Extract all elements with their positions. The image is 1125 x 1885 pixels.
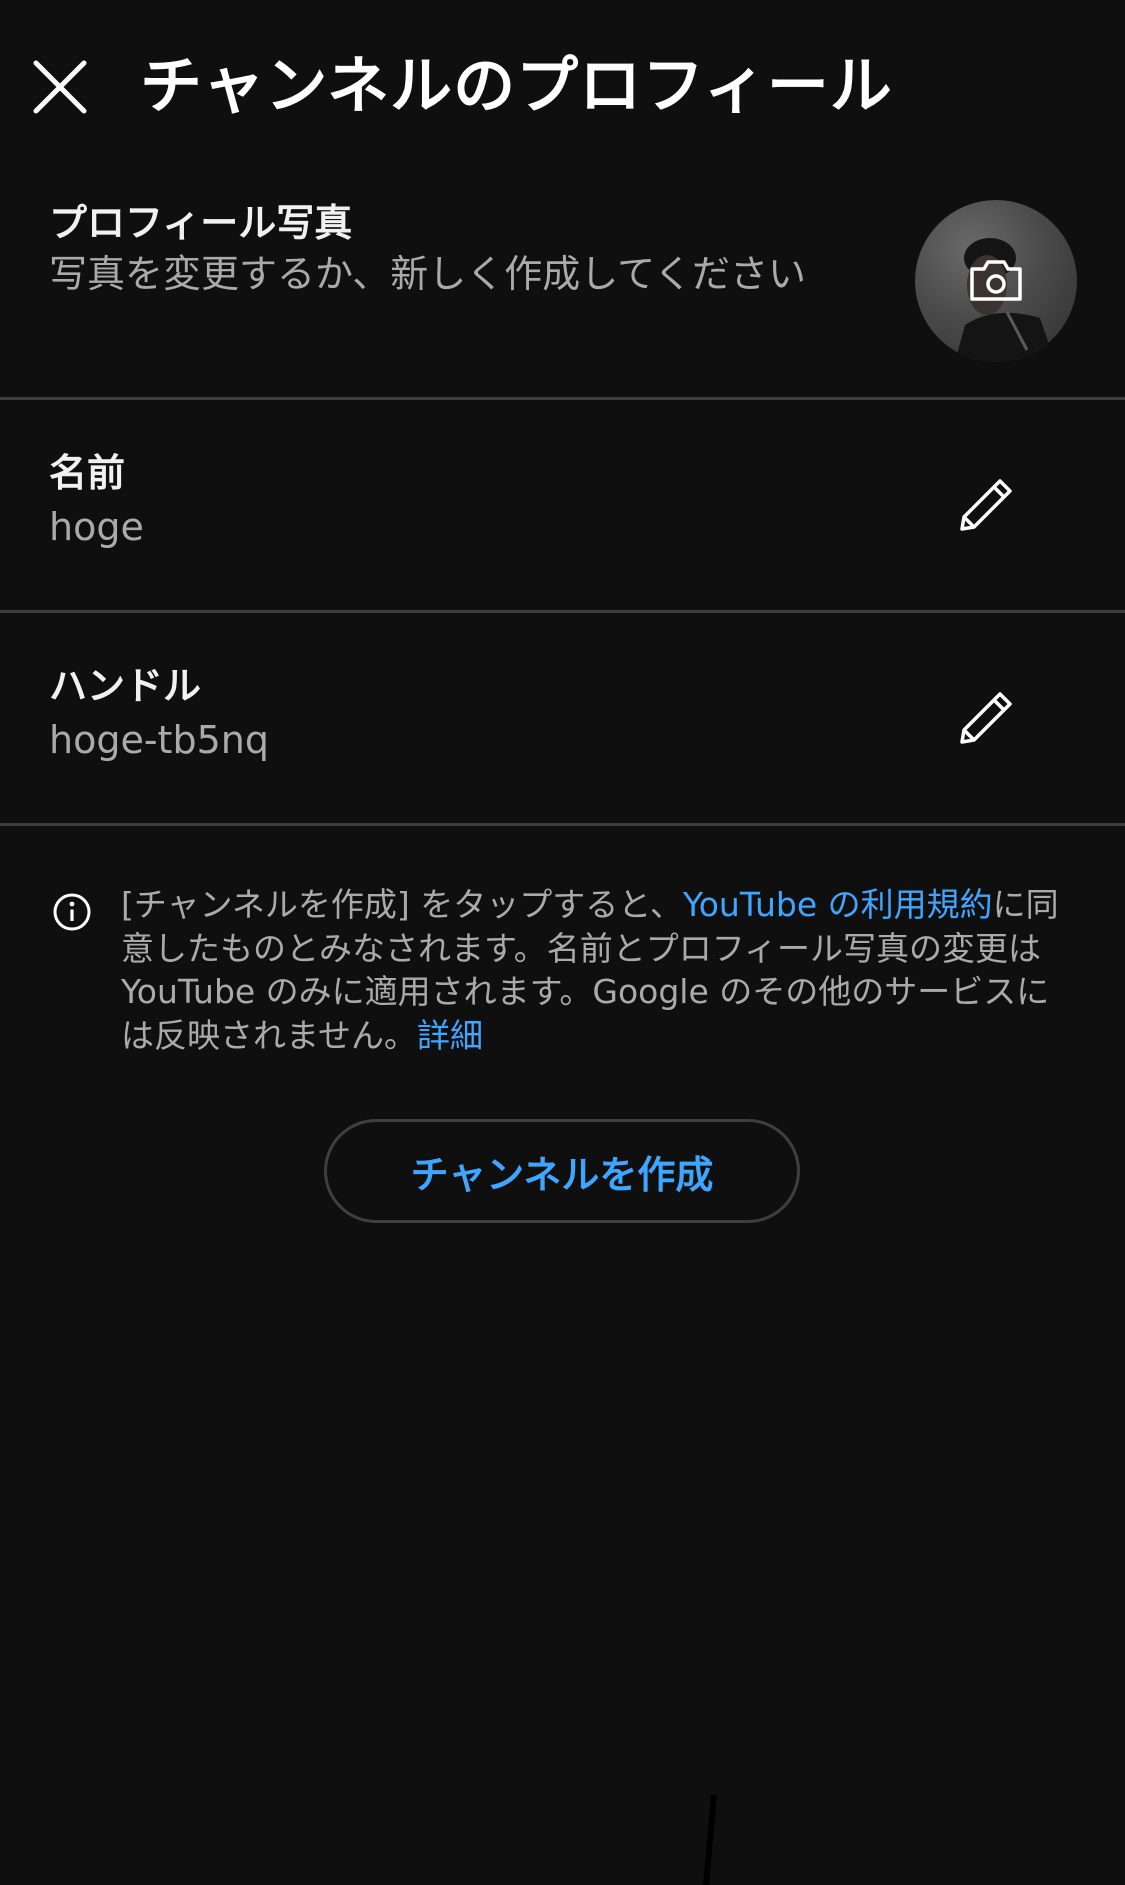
info-icon <box>52 892 92 932</box>
terms-notice: [チャンネルを作成] をタップすると、YouTube の利用規約に同意したものと… <box>121 883 1071 1057</box>
terms-notice-text: [チャンネルを作成] をタップすると、 <box>121 885 683 924</box>
terms-link[interactable]: YouTube の利用規約 <box>683 885 993 924</box>
divider <box>0 823 1125 826</box>
handle-value: hoge-tb5nq <box>49 718 269 762</box>
pencil-icon <box>960 692 1012 744</box>
name-value: hoge <box>49 505 144 549</box>
avatar[interactable] <box>915 200 1077 362</box>
name-label: 名前 <box>49 451 126 495</box>
page-title: チャンネルのプロフィール <box>140 49 893 122</box>
close-icon <box>33 60 87 114</box>
profile-photo-label: プロフィール写真 <box>49 201 353 245</box>
edit-name-button[interactable] <box>950 469 1022 541</box>
edit-handle-button[interactable] <box>950 682 1022 754</box>
create-channel-button[interactable]: チャンネルを作成 <box>324 1119 800 1223</box>
close-button[interactable] <box>28 55 92 119</box>
app-header: チャンネルのプロフィール <box>0 0 1125 170</box>
home-indicator <box>703 1795 717 1885</box>
camera-icon <box>970 260 1022 301</box>
handle-label: ハンドル <box>49 664 202 708</box>
details-link[interactable]: 詳細 <box>417 1016 483 1055</box>
pencil-icon <box>960 479 1012 531</box>
profile-photo-description: 写真を変更するか、新しく作成してください <box>49 252 806 296</box>
